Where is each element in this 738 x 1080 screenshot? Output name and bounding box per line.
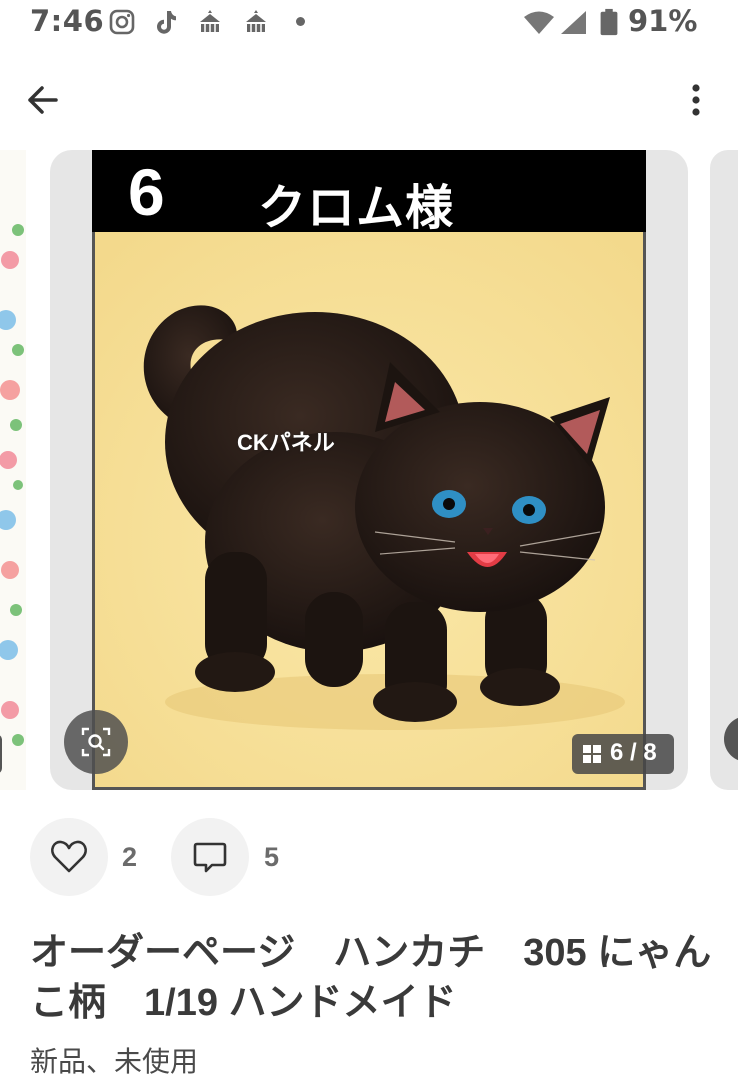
comment-icon: [193, 842, 227, 873]
instagram-icon: [109, 9, 135, 35]
comment-count: 5: [264, 842, 280, 872]
grid-icon: [583, 745, 601, 763]
next-image-card[interactable]: [710, 150, 738, 790]
tent-icon: [200, 10, 220, 32]
banner-number: 6: [128, 155, 165, 229]
like-button[interactable]: [30, 818, 108, 896]
image-counter-text: 6 / 8: [610, 739, 657, 766]
black-kitten-image: [95, 232, 643, 787]
watermark-text: CKパネル: [237, 430, 335, 455]
battery-percentage: 91%: [628, 4, 698, 38]
status-time: 7:46: [30, 4, 105, 38]
comment-button[interactable]: [171, 818, 249, 896]
wifi-icon: [524, 11, 554, 34]
image-carousel[interactable]: 6 クロム様 CKパネル 6 / 8: [0, 150, 738, 790]
back-button[interactable]: [22, 80, 66, 120]
tiktok-icon: [157, 11, 176, 34]
more-vertical-icon: [692, 84, 700, 116]
zoom-search-icon: [81, 727, 111, 757]
battery-icon: [600, 8, 618, 36]
banner-name: クロム様: [258, 180, 455, 236]
product-photo: CKパネル: [92, 232, 646, 790]
status-bar: 7:46 91%: [0, 0, 738, 50]
item-title: オーダーページ ハンカチ 305 にゃんこ柄 1/19 ハンドメイド: [30, 932, 712, 1024]
signal-icon: [561, 11, 586, 34]
heart-icon: [51, 840, 87, 873]
notification-dot: [296, 17, 305, 26]
current-image-card[interactable]: 6 クロム様 CKパネル 6 / 8: [50, 150, 688, 790]
zoom-button[interactable]: [64, 710, 128, 774]
flower-pattern-image: [0, 150, 26, 790]
image-counter[interactable]: 6 / 8: [572, 734, 674, 774]
previous-image-card[interactable]: [0, 150, 26, 790]
like-count: 2: [122, 842, 138, 872]
arrow-left-icon: [28, 86, 58, 114]
next-card-zoom-button: [724, 716, 738, 762]
image-banner: 6 クロム様: [92, 150, 646, 236]
tent-icon: [246, 10, 266, 32]
more-menu-button[interactable]: [676, 80, 716, 124]
item-condition: 新品、未使用: [30, 1045, 199, 1078]
